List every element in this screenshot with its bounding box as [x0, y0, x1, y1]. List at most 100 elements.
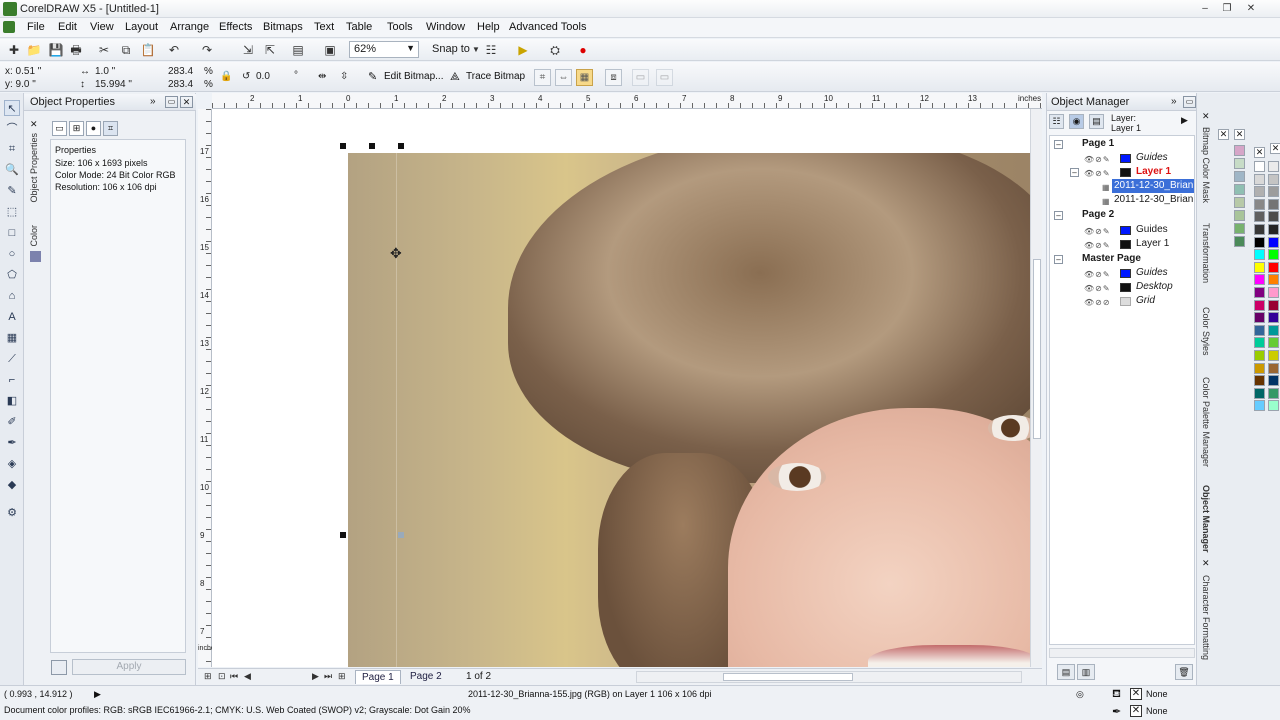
- trace-bitmap-button[interactable]: ⟁ Trace Bitmap: [450, 69, 525, 85]
- close-icon[interactable]: ✕: [1202, 111, 1210, 122]
- restore-button[interactable]: ❐: [1216, 1, 1238, 16]
- first-page-icon[interactable]: ⏮: [230, 671, 238, 682]
- width-field[interactable]: 1.0 ": [95, 66, 115, 77]
- selected-bitmap-image[interactable]: [348, 153, 1030, 667]
- paste-icon[interactable]: 📋: [140, 42, 156, 58]
- palette-swatch[interactable]: [1268, 375, 1279, 387]
- tree-grid[interactable]: 👁⊘⊘ Grid: [1050, 294, 1194, 308]
- palette-swatch[interactable]: [1234, 210, 1245, 221]
- ellipse-tool-icon[interactable]: ○: [4, 246, 20, 262]
- selection-handle[interactable]: [340, 143, 346, 149]
- palette-swatch[interactable]: [1254, 198, 1265, 210]
- crop-bitmap-button[interactable]: ⌗: [534, 69, 551, 86]
- new-layer-icon[interactable]: ▤: [1057, 664, 1075, 680]
- undo-icon[interactable]: ↶: [166, 42, 182, 58]
- add-page-icon[interactable]: ⊡: [218, 671, 226, 682]
- tab-object-properties[interactable]: Object Properties: [29, 133, 39, 203]
- bitmap-color-mask-button[interactable]: ▦: [576, 69, 593, 86]
- snap-to-dropdown[interactable]: Snap to: [432, 43, 470, 55]
- palette-swatch[interactable]: [1268, 337, 1279, 349]
- collapse-icon[interactable]: –: [1054, 140, 1063, 149]
- selection-handle[interactable]: [369, 143, 375, 149]
- to-front-button[interactable]: ▭: [656, 69, 673, 86]
- fill-none-swatch[interactable]: ✕: [1130, 688, 1142, 700]
- polygon-tool-icon[interactable]: ⬠: [4, 267, 20, 283]
- tab-color-palette-manager[interactable]: Color Palette Manager: [1201, 377, 1211, 467]
- horizontal-scrollbar[interactable]: [636, 671, 1022, 683]
- palette-swatch[interactable]: [1268, 299, 1279, 311]
- menu-view[interactable]: View: [90, 21, 114, 33]
- selection-handle[interactable]: [398, 143, 404, 149]
- crop-tool-icon[interactable]: ⌗: [4, 141, 20, 157]
- text-tool-icon[interactable]: A: [4, 309, 20, 325]
- tab-color[interactable]: Color: [29, 225, 39, 247]
- tab-object-manager[interactable]: Object Manager: [1201, 485, 1211, 553]
- eyedropper-tool-icon[interactable]: ✐: [4, 414, 20, 430]
- palette-swatch[interactable]: [1234, 145, 1245, 156]
- interactive-fill-tool-icon[interactable]: ◆: [4, 477, 20, 493]
- show-object-properties-icon[interactable]: ◉: [1069, 114, 1084, 129]
- scrollbar-thumb[interactable]: [723, 673, 853, 681]
- selection-handle[interactable]: [398, 532, 404, 538]
- palette-swatch[interactable]: [1268, 324, 1279, 336]
- smart-fill-tool-icon[interactable]: ⬚: [4, 204, 20, 220]
- tree-bitmap-object[interactable]: ▦ 2011-12-30_Brianna: [1050, 193, 1194, 207]
- connector-tool-icon[interactable]: ⌐: [4, 372, 20, 388]
- link-button[interactable]: ⧈: [605, 69, 622, 86]
- palette-swatch[interactable]: [1234, 236, 1245, 247]
- vertical-scrollbar[interactable]: [1030, 109, 1042, 667]
- print-icon[interactable]: 🖶: [68, 42, 84, 58]
- palette-swatch[interactable]: [1268, 287, 1279, 298]
- palette-swatch[interactable]: [1254, 387, 1265, 399]
- tree-guides[interactable]: 👁⊘✎ Guides: [1050, 266, 1194, 280]
- palette-swatch[interactable]: [1268, 224, 1279, 235]
- visibility-print-edit-icons[interactable]: 👁⊘✎: [1084, 239, 1111, 251]
- visibility-print-edit-icons[interactable]: 👁⊘⊘: [1084, 296, 1111, 308]
- horizontal-ruler[interactable]: 2 1 0 1 2 3 4 5 6 7 8 9 10 11 12 13 inch…: [212, 93, 1042, 109]
- menu-advanced-tools[interactable]: Advanced Tools: [509, 21, 586, 33]
- height-field[interactable]: 15.994 ": [95, 79, 132, 90]
- y-position-field[interactable]: y: 9.0 ": [5, 79, 36, 90]
- tree-guides[interactable]: 👁⊘✎ Guides: [1050, 151, 1194, 165]
- palette-swatch[interactable]: [1254, 400, 1265, 412]
- minimize-button[interactable]: –: [1194, 1, 1216, 16]
- next-page-icon[interactable]: ▶: [312, 671, 319, 682]
- scrollbar-thumb[interactable]: [1033, 259, 1041, 439]
- docker-minimize-button[interactable]: ▭: [165, 96, 178, 108]
- tab-bitmap-color-mask[interactable]: Bitmap Color Mask: [1201, 127, 1211, 203]
- show-properties-icon[interactable]: ☷: [1049, 114, 1064, 129]
- no-color-swatch[interactable]: ✕: [1218, 129, 1229, 140]
- copy-icon[interactable]: ⧉: [118, 42, 134, 58]
- palette-swatch[interactable]: [1234, 158, 1245, 169]
- zoom-level-select[interactable]: 62% ▼: [349, 41, 419, 58]
- coreldraw-app-icon[interactable]: [3, 2, 17, 16]
- palette-swatch[interactable]: [1254, 236, 1265, 248]
- options-icon[interactable]: ☷: [483, 42, 499, 58]
- tree-page-1[interactable]: – Page 1: [1050, 137, 1194, 151]
- visibility-print-edit-icons[interactable]: 👁⊘✎: [1084, 167, 1111, 179]
- wrap-text-button[interactable]: ▭: [632, 69, 649, 86]
- scale-x-field[interactable]: 283.4: [168, 66, 193, 77]
- palette-swatch[interactable]: [1268, 400, 1279, 412]
- lock-icon[interactable]: [51, 660, 67, 675]
- palette-swatch[interactable]: [1234, 197, 1245, 208]
- palette-swatch[interactable]: [1268, 186, 1279, 198]
- application-launcher-icon[interactable]: ▤: [290, 42, 306, 58]
- record-icon[interactable]: ●: [575, 42, 591, 58]
- menu-effects[interactable]: Effects: [219, 21, 252, 33]
- palette-swatch[interactable]: [1254, 362, 1265, 374]
- palette-swatch[interactable]: [1254, 186, 1265, 198]
- menu-bitmaps[interactable]: Bitmaps: [263, 21, 303, 33]
- visibility-print-edit-icons[interactable]: 👁⊘✎: [1084, 268, 1111, 280]
- rotation-field[interactable]: 0.0: [256, 71, 270, 82]
- palette-swatch[interactable]: [1254, 375, 1265, 387]
- palette-swatch[interactable]: [1234, 223, 1245, 234]
- zoom-tool-icon[interactable]: 🔍: [4, 162, 20, 178]
- palette-swatch[interactable]: [1254, 211, 1265, 223]
- palette-swatch[interactable]: [1268, 387, 1279, 399]
- tab-transformation[interactable]: Transformation: [1201, 223, 1211, 283]
- tab-color-styles[interactable]: Color Styles: [1201, 307, 1211, 356]
- menu-text[interactable]: Text: [314, 21, 334, 33]
- collapse-icon[interactable]: »: [150, 96, 156, 107]
- menu-table[interactable]: Table: [346, 21, 372, 33]
